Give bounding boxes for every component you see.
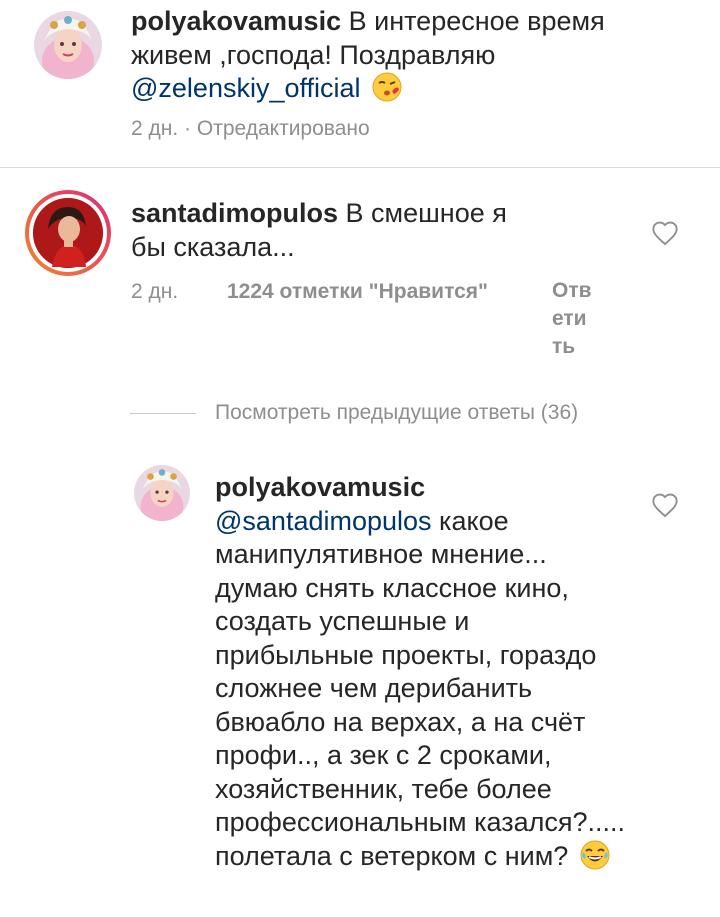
comment-text: santadimopulos В смешное я бы сказала... bbox=[131, 197, 531, 264]
caption-mention-link[interactable]: @zelenskiy_official bbox=[131, 73, 361, 103]
avatar-polyakovamusic[interactable] bbox=[34, 11, 102, 79]
heart-outline-icon[interactable] bbox=[651, 492, 679, 518]
caption-text: polyakovamusic В интересное время живем … bbox=[131, 5, 651, 111]
view-previous-replies-button[interactable]: Посмотреть предыдущие ответы (36) bbox=[215, 401, 578, 425]
comment-likes-count: 1224 отметки "Нравится" bbox=[227, 280, 488, 303]
comment-username[interactable]: santadimopulos bbox=[131, 198, 338, 228]
reply-mention-link[interactable]: @santadimopulos bbox=[215, 506, 432, 536]
caption-divider bbox=[0, 167, 720, 168]
meta-separator: · bbox=[184, 117, 197, 140]
avatar-polyakovamusic-reply[interactable] bbox=[134, 465, 190, 521]
avatar-image bbox=[134, 465, 190, 521]
caption-edited-label: Отредактировано bbox=[196, 117, 370, 140]
reply-body: какое манипулятивное мнение... думаю сня… bbox=[215, 505, 626, 871]
laughing-tears-emoji-icon bbox=[580, 840, 610, 879]
avatar-image bbox=[34, 11, 102, 79]
kiss-emoji-icon bbox=[372, 72, 402, 111]
heart-outline-icon[interactable] bbox=[651, 220, 679, 246]
reply-username[interactable]: polyakovamusic bbox=[215, 472, 425, 502]
caption-meta: 2 дн. · Отредактировано bbox=[131, 117, 370, 141]
avatar-image bbox=[25, 190, 111, 276]
view-replies-line bbox=[130, 413, 196, 414]
caption-username[interactable]: polyakovamusic bbox=[131, 6, 341, 36]
reply-button[interactable]: Ответить bbox=[552, 277, 596, 361]
comment-time: 2 дн. bbox=[131, 280, 179, 303]
caption-time: 2 дн. bbox=[131, 117, 179, 140]
avatar-santadimopulos[interactable] bbox=[24, 189, 112, 277]
comment-likes-button[interactable]: 1224 отметки "Нравится" bbox=[227, 280, 488, 304]
reply-text: polyakovamusic @santadimopulos какое ман… bbox=[215, 471, 635, 878]
